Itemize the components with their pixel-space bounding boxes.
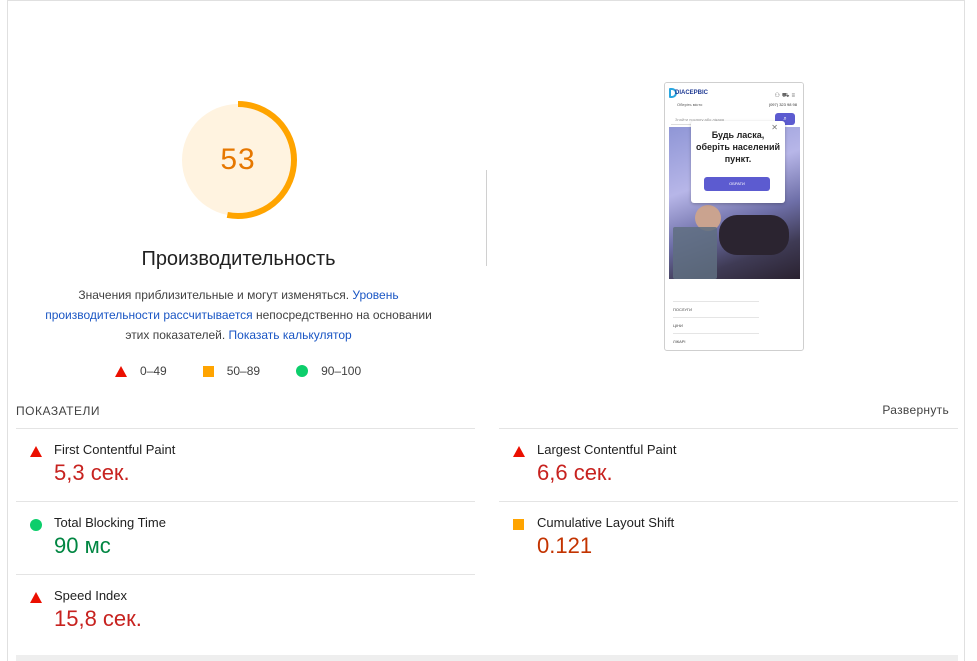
- triangle-icon: [115, 365, 127, 377]
- hero-ultrasound-device: [673, 227, 717, 279]
- performance-score: 53: [220, 143, 256, 176]
- score-legend: 0–49 50–89 90–100: [115, 364, 397, 378]
- legend-fail: 0–49: [115, 364, 167, 378]
- screenshot-header: DIACEPBIC Оберіть місто ⚇⛟≡ (097) 323 98…: [665, 83, 803, 111]
- hero-person-body: [719, 215, 789, 255]
- metric-value: 15,8 сек.: [54, 606, 142, 631]
- metric-name: Total Blocking Time: [54, 515, 166, 530]
- screenshot-menu-item: ЛІКАРІ: [673, 333, 759, 344]
- screenshot-city-popup: ✕ Будь ласка, оберіть населений пункт. О…: [691, 121, 785, 203]
- triangle-icon: [30, 446, 42, 457]
- legend-average: 50–89: [202, 364, 261, 378]
- circle-icon: [296, 365, 309, 377]
- screenshot-menu-item: ПОСЛУГИ: [673, 301, 759, 312]
- popup-select-button: ОБРАТИ: [704, 177, 770, 191]
- metric-name: First Contentful Paint: [54, 442, 176, 457]
- metric-value: 90 мс: [54, 533, 111, 558]
- header-icons: ⚇⛟≡: [775, 92, 797, 100]
- page-screenshot[interactable]: DIACEPBIC Оберіть місто ⚇⛟≡ (097) 323 98…: [664, 82, 804, 351]
- screenshot-menu-item: ЦІНИ: [673, 317, 759, 328]
- legend-pass: 90–100: [296, 364, 361, 378]
- menu-icon: ≡: [791, 93, 797, 99]
- screenshot-logo: DIACEPBIC: [675, 90, 709, 96]
- metric-divider: [16, 428, 475, 429]
- metrics-heading: ПОКАЗАТЕЛИ: [16, 404, 100, 418]
- metric-divider: [499, 428, 958, 429]
- legend-label: 90–100: [321, 364, 362, 378]
- metric-divider: [16, 574, 475, 575]
- screenshot-location: Оберіть місто: [677, 102, 703, 107]
- legend-label: 50–89: [226, 364, 261, 378]
- triangle-icon: [513, 446, 525, 457]
- square-icon: [202, 365, 214, 377]
- circle-icon: [30, 519, 42, 531]
- triangle-icon: [30, 592, 42, 603]
- desc-text-1: Значения приблизительные и могут изменят…: [78, 288, 353, 302]
- gauge-description: Значения приблизительные и могут изменят…: [40, 285, 437, 345]
- square-icon: [513, 519, 524, 530]
- vertical-divider: [486, 170, 487, 266]
- popup-text: Будь ласка, оберіть населений пункт.: [695, 130, 781, 164]
- show-calculator-link[interactable]: Показать калькулятор: [229, 328, 352, 342]
- metric-name: Largest Contentful Paint: [537, 442, 677, 457]
- metric-value: 6,6 сек.: [537, 460, 613, 485]
- screenshot-phone-number: (097) 323 98 98: [768, 102, 797, 107]
- gauge-title: Производительность: [141, 248, 336, 270]
- metric-divider: [499, 501, 958, 502]
- metric-value: 0.121: [537, 533, 593, 558]
- metric-divider: [16, 501, 475, 502]
- legend-label: 0–49: [140, 364, 167, 378]
- metric-value: 5,3 сек.: [54, 460, 130, 485]
- expand-toggle[interactable]: Развернуть: [882, 403, 949, 417]
- user-icon: ⚇: [774, 93, 782, 99]
- metric-name: Cumulative Layout Shift: [537, 515, 675, 530]
- metric-name: Speed Index: [54, 588, 128, 603]
- bottom-section-edge: [16, 655, 958, 661]
- performance-gauge: 53: [178, 100, 300, 222]
